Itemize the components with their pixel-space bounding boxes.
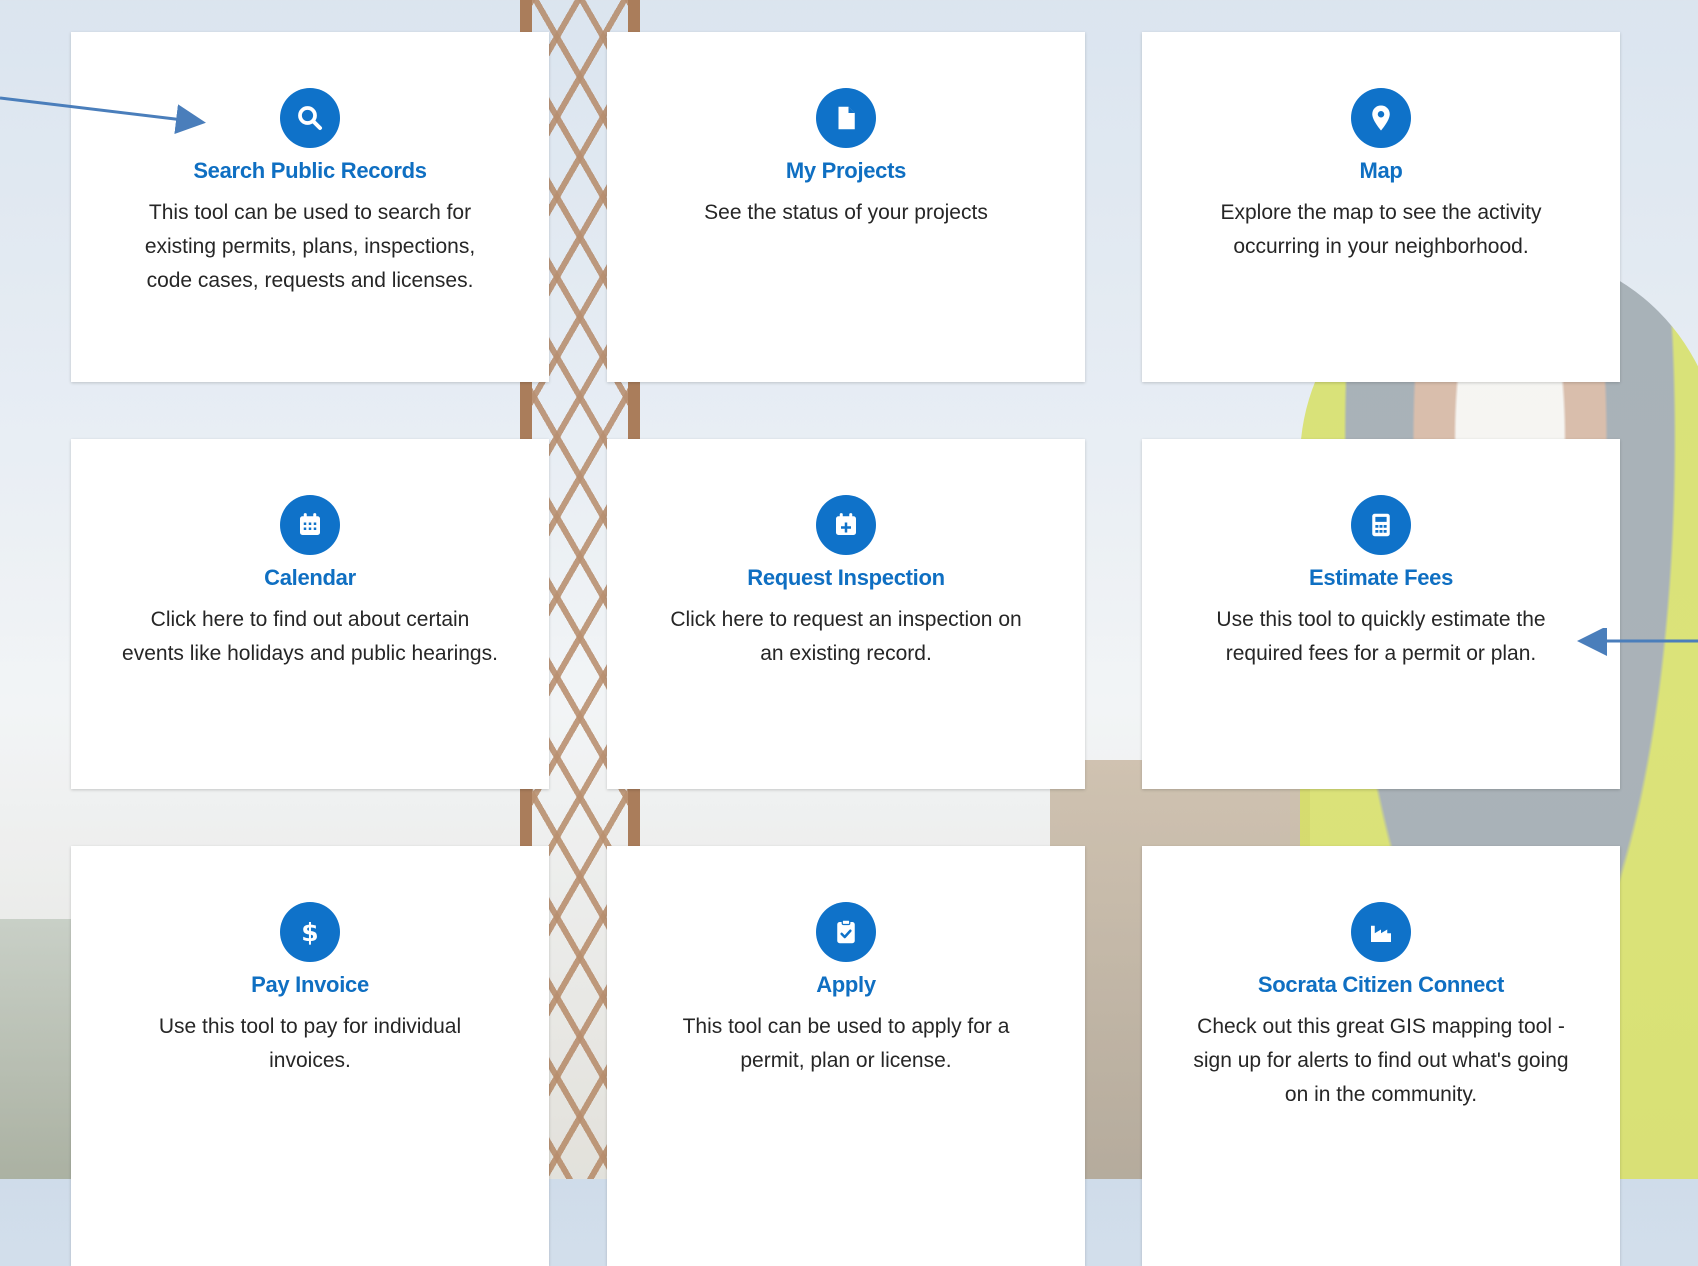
annotation-arrow-right <box>1577 628 1698 656</box>
card-map[interactable]: Map Explore the map to see the activity … <box>1142 32 1620 382</box>
card-title[interactable]: Request Inspection <box>607 565 1085 591</box>
calendar-plus-icon <box>816 495 876 555</box>
card-description: Explore the map to see the activity occu… <box>1220 201 1542 258</box>
card-description: This tool can be used to apply for a per… <box>682 1015 1010 1072</box>
card-estimate-fees[interactable]: Estimate Fees Use this tool to quickly e… <box>1142 439 1620 789</box>
card-description: Use this tool to quickly estimate the re… <box>1216 608 1546 665</box>
card-title[interactable]: Pay Invoice <box>71 972 549 998</box>
calculator-icon <box>1351 495 1411 555</box>
card-my-projects[interactable]: My Projects See the status of your proje… <box>607 32 1085 382</box>
card-title[interactable]: Apply <box>607 972 1085 998</box>
card-description: Check out this great GIS mapping tool - … <box>1193 1015 1569 1106</box>
document-icon <box>816 88 876 148</box>
calendar-icon <box>280 495 340 555</box>
dollar-icon: $ <box>280 902 340 962</box>
card-socrata-citizen-connect[interactable]: Socrata Citizen Connect Check out this g… <box>1142 846 1620 1266</box>
card-title[interactable]: Search Public Records <box>71 158 549 184</box>
card-description: This tool can be used to search for exis… <box>144 201 476 292</box>
card-description: Use this tool to pay for individual invo… <box>158 1015 462 1072</box>
card-description: See the status of your projects <box>704 201 988 224</box>
card-pay-invoice[interactable]: $ Pay Invoice Use this tool to pay for i… <box>71 846 549 1266</box>
card-description: Click here to find out about certain eve… <box>122 608 498 665</box>
clipboard-check-icon <box>816 902 876 962</box>
search-icon <box>280 88 340 148</box>
card-apply[interactable]: Apply This tool can be used to apply for… <box>607 846 1085 1266</box>
card-description: Click here to request an inspection on a… <box>670 608 1022 665</box>
factory-icon <box>1351 902 1411 962</box>
card-calendar[interactable]: Calendar Click here to find out about ce… <box>71 439 549 789</box>
map-pin-icon <box>1351 88 1411 148</box>
card-request-inspection[interactable]: Request Inspection Click here to request… <box>607 439 1085 789</box>
card-title[interactable]: Map <box>1142 158 1620 184</box>
card-title[interactable]: Estimate Fees <box>1142 565 1620 591</box>
card-title[interactable]: My Projects <box>607 158 1085 184</box>
card-title[interactable]: Calendar <box>71 565 549 591</box>
annotation-arrow-left <box>0 96 206 135</box>
card-title[interactable]: Socrata Citizen Connect <box>1142 972 1620 998</box>
svg-text:$: $ <box>301 918 318 947</box>
